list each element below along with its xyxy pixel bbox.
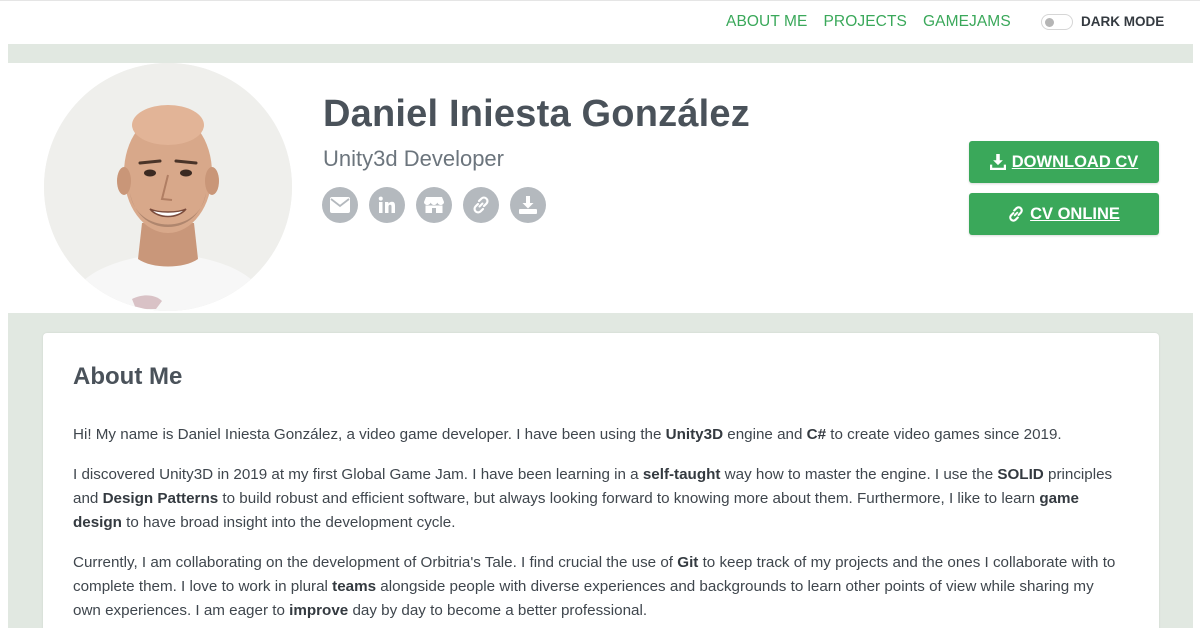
cv-online-button[interactable]: CV ONLINE [969, 193, 1159, 235]
link-icon [1009, 206, 1023, 222]
about-paragraph-3: Currently, I am collaborating on the dev… [73, 554, 1116, 619]
nav-about-me[interactable]: ABOUT ME [726, 13, 807, 31]
emphasis-text: Git [677, 554, 699, 571]
main-nav: ABOUT ME PROJECTS GAMEJAMS [726, 13, 1011, 31]
social-links [322, 187, 546, 223]
emphasis-text: self-taught [642, 466, 721, 483]
download-cv-button[interactable]: DOWNLOAD CV [969, 141, 1159, 183]
download-icon [519, 196, 537, 214]
emphasis-text: SOLID [997, 466, 1044, 483]
nav-projects[interactable]: PROJECTS [823, 13, 906, 31]
about-paragraph-2: I discovered Unity3D in 2019 at my first… [73, 466, 1113, 531]
dark-mode-toggle[interactable] [1041, 14, 1073, 30]
toggle-knob [1045, 18, 1054, 27]
about-me-card: About Me Hi! My name is Daniel Iniesta G… [43, 333, 1159, 628]
emphasis-text: C# [806, 426, 827, 443]
emphasis-text: Unity3D [665, 426, 724, 443]
emphasis-text: game design [73, 490, 1079, 531]
emphasis-text: improve [289, 602, 349, 619]
profile-role: Unity3d Developer [323, 146, 504, 171]
nav-gamejams[interactable]: GAMEJAMS [923, 13, 1011, 31]
download-icon [989, 154, 1006, 170]
download-cv-label: DOWNLOAD CV [1011, 152, 1139, 171]
about-me-heading: About Me [73, 363, 183, 390]
envelope-icon [330, 197, 350, 213]
dark-mode-label: DARK MODE [1081, 14, 1165, 29]
itchio-link[interactable] [416, 187, 452, 223]
about-paragraph-1: Hi! My name is Daniel Iniesta González, … [73, 426, 1062, 443]
download-link[interactable] [510, 187, 546, 223]
linkedin-link[interactable] [369, 187, 405, 223]
website-link[interactable] [463, 187, 499, 223]
top-navbar: ABOUT ME PROJECTS GAMEJAMS DARK MODE [0, 0, 1200, 44]
cv-online-label: CV ONLINE [1030, 204, 1120, 223]
profile-name: Daniel Iniesta González [323, 93, 750, 135]
linkedin-icon [378, 196, 395, 213]
link-icon [473, 196, 489, 214]
email-link[interactable] [322, 187, 358, 223]
profile-photo [44, 63, 292, 311]
emphasis-text: teams [332, 578, 377, 595]
itchio-icon [424, 197, 444, 213]
emphasis-text: Design Patterns [102, 490, 219, 507]
avatar [44, 63, 292, 311]
